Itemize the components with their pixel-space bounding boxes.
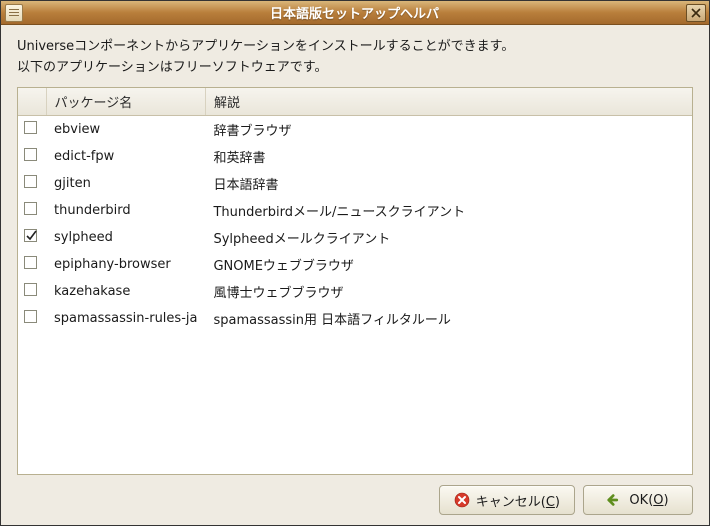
package-description-cell: 風博士ウェブブラウザ — [205, 278, 692, 305]
close-button[interactable] — [686, 4, 706, 22]
window-title: 日本語版セットアップヘルパ — [23, 3, 686, 22]
package-checkbox[interactable] — [24, 202, 37, 215]
package-checkbox[interactable] — [24, 175, 37, 188]
ok-button[interactable]: OK(O) — [583, 485, 693, 515]
package-description-cell: 日本語辞書 — [205, 170, 692, 197]
package-name-cell: spamassassin-rules-ja — [46, 305, 205, 332]
package-name-cell: thunderbird — [46, 197, 205, 224]
table-row[interactable]: ebview辞書ブラウザ — [18, 115, 692, 143]
ok-arrow-icon — [607, 492, 623, 508]
close-icon — [691, 8, 701, 18]
checkbox-cell — [18, 251, 46, 278]
package-checkbox[interactable] — [24, 229, 37, 242]
package-name-cell: sylpheed — [46, 224, 205, 251]
package-checkbox[interactable] — [24, 121, 37, 134]
package-description-cell: Sylpheedメールクライアント — [205, 224, 692, 251]
cancel-button-label: キャンセル(C) — [476, 491, 560, 510]
package-name-cell: ebview — [46, 115, 205, 143]
column-header-package[interactable]: パッケージ名 — [46, 88, 205, 116]
package-name-cell: edict-fpw — [46, 143, 205, 170]
table-row[interactable]: edict-fpw和英辞書 — [18, 143, 692, 170]
package-checkbox[interactable] — [24, 310, 37, 323]
table-row[interactable]: gjiten日本語辞書 — [18, 170, 692, 197]
checkbox-cell — [18, 197, 46, 224]
table-row[interactable]: spamassassin-rules-jaspamassassin用 日本語フィ… — [18, 305, 692, 332]
checkbox-cell — [18, 278, 46, 305]
package-checkbox[interactable] — [24, 283, 37, 296]
package-description-cell: 辞書ブラウザ — [205, 115, 692, 143]
intro-text: Universeコンポーネントからアプリケーションをインストールすることができま… — [17, 37, 693, 79]
dialog-content: Universeコンポーネントからアプリケーションをインストールすることができま… — [1, 25, 709, 525]
package-name-cell: epiphany-browser — [46, 251, 205, 278]
dialog-window: 日本語版セットアップヘルパ Universeコンポーネントからアプリケーションを… — [0, 0, 710, 526]
package-name-cell: kazehakase — [46, 278, 205, 305]
column-header-checkbox[interactable] — [18, 88, 46, 116]
intro-line-2: 以下のアプリケーションはフリーソフトウェアです。 — [17, 58, 693, 79]
ok-button-label: OK(O) — [629, 493, 668, 508]
checkbox-cell — [18, 143, 46, 170]
package-table: パッケージ名 解説 ebview辞書ブラウザedict-fpw和英辞書gjite… — [18, 88, 692, 332]
package-description-cell: GNOMEウェブブラウザ — [205, 251, 692, 278]
titlebar: 日本語版セットアップヘルパ — [1, 1, 709, 25]
checkbox-cell — [18, 224, 46, 251]
package-description-cell: 和英辞書 — [205, 143, 692, 170]
table-row[interactable]: sylpheedSylpheedメールクライアント — [18, 224, 692, 251]
table-empty-area — [18, 332, 692, 474]
package-description-cell: spamassassin用 日本語フィルタルール — [205, 305, 692, 332]
package-name-cell: gjiten — [46, 170, 205, 197]
intro-line-1: Universeコンポーネントからアプリケーションをインストールすることができま… — [17, 37, 693, 58]
checkbox-cell — [18, 115, 46, 143]
package-checkbox[interactable] — [24, 148, 37, 161]
package-table-container: パッケージ名 解説 ebview辞書ブラウザedict-fpw和英辞書gjite… — [17, 87, 693, 475]
package-description-cell: Thunderbirdメール/ニュースクライアント — [205, 197, 692, 224]
app-icon — [5, 4, 23, 22]
table-row[interactable]: kazehakase風博士ウェブブラウザ — [18, 278, 692, 305]
table-row[interactable]: epiphany-browserGNOMEウェブブラウザ — [18, 251, 692, 278]
checkbox-cell — [18, 305, 46, 332]
cancel-button[interactable]: キャンセル(C) — [439, 485, 575, 515]
package-checkbox[interactable] — [24, 256, 37, 269]
checkbox-cell — [18, 170, 46, 197]
table-row[interactable]: thunderbirdThunderbirdメール/ニュースクライアント — [18, 197, 692, 224]
cancel-icon — [454, 492, 470, 508]
column-header-description[interactable]: 解説 — [205, 88, 692, 116]
button-bar: キャンセル(C) OK(O) — [17, 475, 693, 515]
